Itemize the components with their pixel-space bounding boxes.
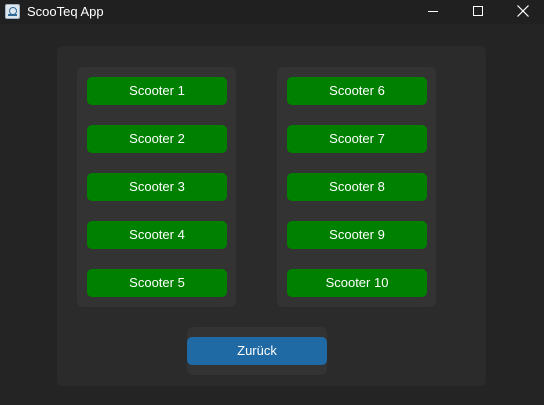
minimize-icon xyxy=(428,11,438,12)
scooter-9-button[interactable]: Scooter 9 xyxy=(287,221,427,249)
app-icon xyxy=(5,4,20,19)
scooter-10-button[interactable]: Scooter 10 xyxy=(287,269,427,297)
close-icon xyxy=(517,5,529,17)
scooter-3-button[interactable]: Scooter 3 xyxy=(87,173,227,201)
close-button[interactable] xyxy=(500,0,544,24)
maximize-button[interactable] xyxy=(455,0,501,24)
scooter-4-button[interactable]: Scooter 4 xyxy=(87,221,227,249)
title-bar: ScooTeq App xyxy=(0,0,544,24)
scooter-6-button[interactable]: Scooter 6 xyxy=(287,77,427,105)
minimize-button[interactable] xyxy=(410,0,456,24)
scooter-8-button[interactable]: Scooter 8 xyxy=(287,173,427,201)
window-title: ScooTeq App xyxy=(27,4,104,19)
scooter-7-button[interactable]: Scooter 7 xyxy=(287,125,427,153)
back-button[interactable]: Zurück xyxy=(187,337,327,365)
scooter-2-button[interactable]: Scooter 2 xyxy=(87,125,227,153)
maximize-icon xyxy=(473,6,483,16)
scooter-1-button[interactable]: Scooter 1 xyxy=(87,77,227,105)
scooter-5-button[interactable]: Scooter 5 xyxy=(87,269,227,297)
